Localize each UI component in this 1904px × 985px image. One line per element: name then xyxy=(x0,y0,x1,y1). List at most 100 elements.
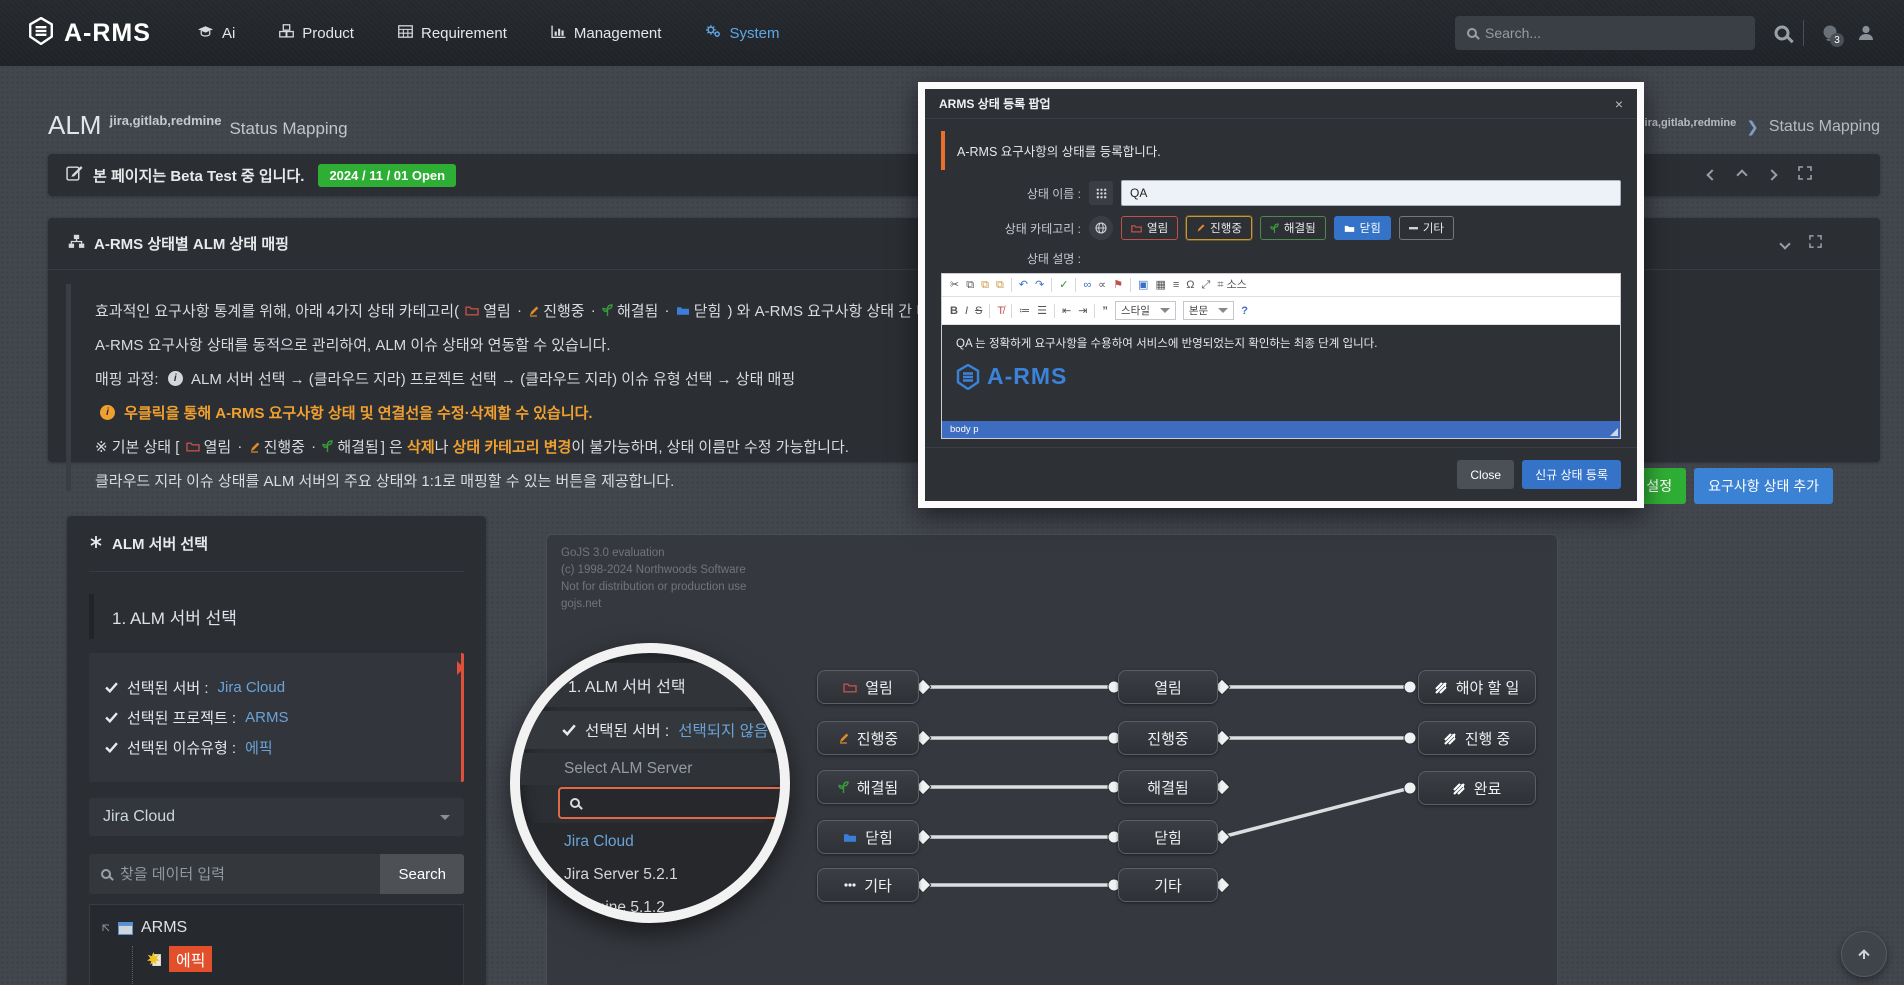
strike-icon[interactable]: S xyxy=(975,305,982,317)
panel-expand-icon[interactable] xyxy=(1809,235,1822,253)
category-etc-button[interactable]: 기타 xyxy=(1399,216,1454,240)
loupe-search-input[interactable] xyxy=(558,787,790,819)
globe-icon xyxy=(1089,216,1113,240)
category-node-progress[interactable]: 진행중 xyxy=(817,721,919,755)
status-node-open[interactable]: 열림 xyxy=(1118,670,1218,704)
cubes-icon xyxy=(279,24,294,42)
category-node-resolved[interactable]: 해결됨 xyxy=(817,770,919,804)
jira-node-inprogress[interactable]: 진행 중 xyxy=(1418,721,1536,755)
modal-submit-button[interactable]: 신규 상태 등록 xyxy=(1522,460,1621,489)
fullscreen-icon[interactable] xyxy=(1798,166,1812,185)
option-jira-server[interactable]: Jira Server 5.2.1 xyxy=(564,866,780,884)
copy-icon[interactable]: ⧉ xyxy=(966,279,974,291)
style-select[interactable]: 스타일 xyxy=(1115,301,1176,320)
scroll-to-top-button[interactable] xyxy=(1841,931,1887,977)
spellcheck-icon[interactable]: ✓ xyxy=(1059,279,1068,291)
help-icon[interactable]: ? xyxy=(1241,305,1248,317)
status-node-progress[interactable]: 진행중 xyxy=(1118,721,1218,755)
status-node-closed[interactable]: 닫힘 xyxy=(1118,820,1218,854)
table-icon[interactable]: ▦ xyxy=(1155,279,1165,291)
asterisk-icon xyxy=(89,535,103,553)
undo-icon[interactable]: ↶ xyxy=(1019,279,1028,291)
tree-root-arms[interactable]: ARMS xyxy=(102,919,451,937)
selected-issue-type: 선택된 이슈유형 :에픽 xyxy=(105,737,445,758)
status-node-resolved[interactable]: 해결됨 xyxy=(1118,770,1218,804)
menu-item-system[interactable]: System xyxy=(705,24,779,42)
search-icon xyxy=(570,798,580,808)
server-dropdown-value: Jira Cloud xyxy=(103,808,175,826)
category-node-open[interactable]: 열림 xyxy=(817,670,919,704)
collapse-right-icon[interactable] xyxy=(1766,169,1777,180)
menu-item-product[interactable]: Product xyxy=(279,24,354,42)
link-icon[interactable]: ∞ xyxy=(1083,279,1091,291)
source-button[interactable]: ⌗ 소스 xyxy=(1217,279,1247,291)
outdent-icon[interactable]: ⇤ xyxy=(1062,305,1071,317)
check-icon xyxy=(105,742,118,753)
loupe-server-dropdown[interactable]: Select ALM Server xyxy=(520,753,780,785)
category-node-closed[interactable]: 닫힘 xyxy=(817,820,919,854)
search-submit-icon[interactable] xyxy=(1775,26,1790,41)
brand-logo[interactable]: A-RMS xyxy=(28,17,151,50)
menu-item-ai[interactable]: Ai xyxy=(197,25,235,42)
redo-icon[interactable]: ↷ xyxy=(1035,279,1044,291)
grid-dots-icon[interactable] xyxy=(1089,181,1113,205)
image-icon[interactable]: ▣ xyxy=(1138,279,1148,291)
anchor-flag-icon[interactable]: ⚑ xyxy=(1113,279,1123,291)
tree-item-epic[interactable]: 에픽 xyxy=(147,946,451,972)
tree-search-button[interactable]: Search xyxy=(380,854,464,894)
bullet-list-icon[interactable]: ☰ xyxy=(1037,305,1047,317)
jira-node-done[interactable]: 완료 xyxy=(1418,771,1536,805)
menu-item-requirement[interactable]: Requirement xyxy=(398,25,507,42)
tree-search-input[interactable] xyxy=(120,866,368,883)
divider xyxy=(1803,20,1804,46)
tree-item-label: 에픽 xyxy=(169,946,212,972)
modal-close-button[interactable]: Close xyxy=(1457,460,1514,489)
breadcrumb-current: Status Mapping xyxy=(1769,118,1880,136)
blockquote-icon[interactable]: ” xyxy=(1102,305,1108,317)
numbered-list-icon[interactable]: ≔ xyxy=(1019,305,1030,317)
search-input[interactable] xyxy=(1485,25,1743,41)
category-closed-button[interactable]: 닫힘 xyxy=(1334,216,1391,240)
cut-icon[interactable]: ✂ xyxy=(950,279,959,291)
hr-icon[interactable]: ≡ xyxy=(1173,279,1179,291)
collapse-left-icon[interactable] xyxy=(1706,169,1717,180)
beta-notice-text: 본 페이지는 Beta Test 중 입니다. xyxy=(93,165,304,186)
bold-icon[interactable]: B xyxy=(950,305,958,317)
close-icon[interactable]: × xyxy=(1615,96,1623,112)
status-name-input[interactable] xyxy=(1121,180,1621,206)
tree-item-task[interactable]: 작업 xyxy=(147,981,451,985)
category-progress-button[interactable]: 진행중 xyxy=(1186,216,1252,240)
add-status-button[interactable]: 요구사항 상태 추가 xyxy=(1694,468,1833,504)
top-navbar: A-RMS Ai Product Requirement Management … xyxy=(0,0,1904,66)
paste-text-icon[interactable]: ⧉ xyxy=(996,279,1004,291)
editor-content[interactable]: QA 는 정확하게 요구사항을 수용하여 서비스에 반영되었는지 확인하는 최종… xyxy=(942,325,1620,421)
collapse-up-icon[interactable] xyxy=(1736,169,1747,180)
page-title-suffix: Status Mapping xyxy=(229,119,347,139)
indent-icon[interactable]: ⇥ xyxy=(1078,305,1087,317)
tree-item-label: 작업 xyxy=(169,981,198,985)
notifications-icon[interactable]: 3 xyxy=(1820,23,1840,43)
italic-icon[interactable]: I xyxy=(965,305,968,317)
menu-label: System xyxy=(729,25,779,42)
category-open-button[interactable]: 열림 xyxy=(1121,216,1178,240)
category-resolved-button[interactable]: 해결됨 xyxy=(1260,216,1326,240)
unlink-icon[interactable]: ∝ xyxy=(1098,279,1106,291)
status-node-etc[interactable]: 기타 xyxy=(1118,868,1218,902)
server-dropdown[interactable]: Jira Cloud xyxy=(89,798,464,836)
maximize-icon[interactable]: ⤢ xyxy=(1202,279,1211,291)
user-icon[interactable] xyxy=(1856,23,1876,43)
check-icon xyxy=(105,712,118,723)
remove-format-icon[interactable]: T̸ xyxy=(997,305,1004,317)
jira-node-todo[interactable]: 해야 할 일 xyxy=(1418,670,1536,704)
paste-icon[interactable]: ⧉ xyxy=(981,279,989,291)
omega-icon[interactable]: Ω xyxy=(1186,279,1194,291)
option-jira-cloud[interactable]: Jira Cloud xyxy=(564,833,780,851)
menu-item-management[interactable]: Management xyxy=(551,25,662,42)
panel-collapse-icon[interactable] xyxy=(1779,238,1790,249)
edit-note-icon xyxy=(66,164,83,186)
format-select[interactable]: 본문 xyxy=(1183,301,1234,320)
magnifier-inset: 1. ALM 서버 선택 선택된 서버 :선택되지 않음 Select ALM … xyxy=(510,643,790,923)
category-node-etc[interactable]: 기타 xyxy=(817,868,919,902)
status-category-row: 상태 카테고리 : 열림 진행중 해결됨 닫힘 기타 xyxy=(941,216,1621,240)
rich-text-editor: ✂ ⧉ ⧉ ⧉ ↶ ↷ ✓ ∞ ∝ ⚑ ▣ ▦ ≡ Ω ⤢ ⌗ 소스 xyxy=(941,273,1621,439)
